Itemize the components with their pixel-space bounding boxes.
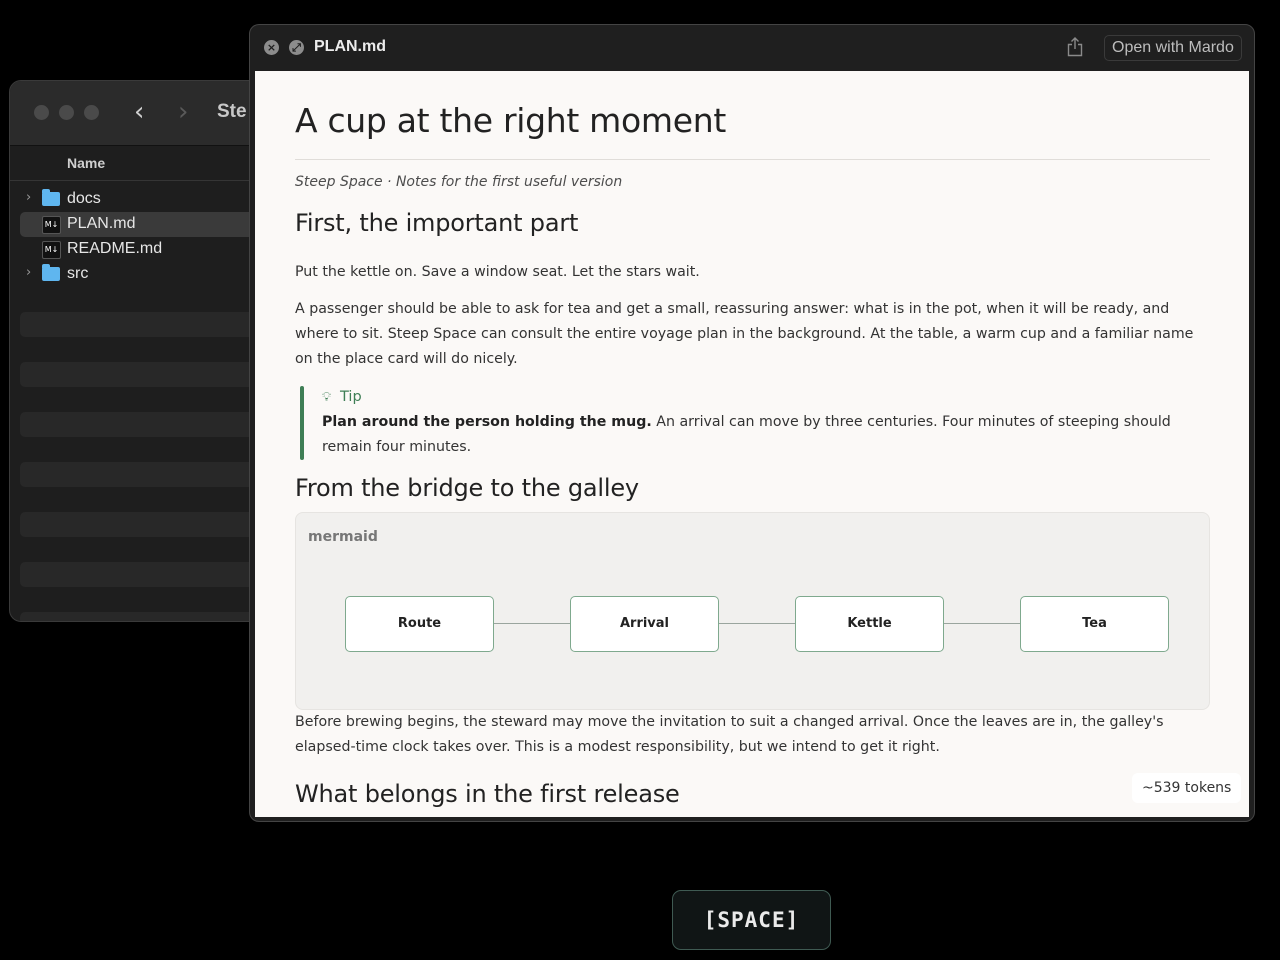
empty-row: [20, 312, 280, 337]
tip-text: Plan around the person holding the mug. …: [322, 410, 1210, 460]
tip-header: 💡︎ Tip: [322, 385, 1210, 410]
file-row-docs[interactable]: › docs: [20, 187, 280, 212]
fullscreen-icon[interactable]: ⤢: [289, 40, 304, 55]
space-key-hint: [SPACE]: [672, 890, 831, 950]
markdown-file-icon: M↓: [42, 241, 61, 259]
empty-row: [20, 562, 280, 587]
mermaid-diagram: mermaid Route Arrival Kettle Tea: [295, 512, 1210, 710]
minimize-window-button[interactable]: [59, 105, 74, 120]
lightbulb-icon: 💡︎: [322, 390, 332, 405]
document-title: A cup at the right moment: [295, 71, 1210, 160]
close-icon[interactable]: ×: [264, 40, 279, 55]
disclosure-chevron-icon[interactable]: ›: [26, 190, 31, 205]
open-with-button[interactable]: Open with Mardo: [1104, 35, 1242, 61]
markdown-preview[interactable]: A cup at the right moment Steep Space · …: [255, 71, 1249, 817]
file-name: src: [67, 265, 89, 282]
share-icon[interactable]: [1066, 37, 1084, 57]
flow-node-arrival: Arrival: [570, 596, 719, 652]
column-header-name[interactable]: Name: [10, 146, 290, 181]
empty-rows: [10, 312, 290, 621]
document-content: A cup at the right moment Steep Space · …: [295, 71, 1210, 808]
file-row-readme-md[interactable]: M↓ README.md: [20, 237, 280, 262]
paragraph: Put the kettle on. Save a window seat. L…: [295, 264, 700, 280]
empty-row: [20, 362, 280, 387]
preview-titlebar: × ⤢ PLAN.md Open with Mardo: [250, 25, 1254, 71]
file-row-plan-md[interactable]: M↓ PLAN.md: [20, 212, 280, 237]
zoom-window-button[interactable]: [84, 105, 99, 120]
preview-window: × ⤢ PLAN.md Open with Mardo A cup at the…: [249, 24, 1255, 822]
flow-connector: [943, 623, 1021, 624]
file-row-src[interactable]: › src: [20, 262, 280, 287]
document-subtitle: Steep Space · Notes for the first useful…: [295, 174, 623, 190]
flow-connector: [718, 623, 796, 624]
finder-window-title: Ste: [217, 101, 247, 122]
section-heading: From the bridge to the galley: [295, 474, 639, 502]
file-name: PLAN.md: [67, 215, 136, 232]
paragraph: Before brewing begins, the steward may m…: [295, 714, 1164, 755]
disclosure-chevron-icon[interactable]: ›: [26, 265, 31, 280]
finder-toolbar: ‹ › Ste: [10, 81, 290, 146]
empty-row: [20, 512, 280, 537]
tip-callout: 💡︎ Tip Plan around the person holding the…: [295, 385, 1210, 460]
empty-row: [20, 462, 280, 487]
forward-arrow-icon[interactable]: ›: [178, 97, 188, 127]
file-name: docs: [67, 190, 101, 207]
flow-connector: [493, 623, 571, 624]
flow-node-tea: Tea: [1020, 596, 1169, 652]
file-list: › docs M↓ PLAN.md M↓ README.md › src: [10, 181, 290, 287]
folder-icon: [42, 264, 60, 281]
flow-node-route: Route: [345, 596, 494, 652]
close-window-button[interactable]: [34, 105, 49, 120]
empty-row: [20, 612, 280, 621]
mermaid-label: mermaid: [308, 529, 378, 545]
markdown-file-icon: M↓: [42, 216, 61, 234]
column-header-label: Name: [67, 155, 106, 171]
token-count-badge: ~539 tokens: [1132, 773, 1242, 803]
section-heading: What belongs in the first release: [295, 780, 680, 808]
preview-title: PLAN.md: [314, 38, 386, 55]
paragraph: A passenger should be able to ask for te…: [295, 301, 1194, 367]
empty-row: [20, 412, 280, 437]
tip-bold-text: Plan around the person holding the mug.: [322, 414, 652, 430]
folder-icon: [42, 189, 60, 206]
flow-node-kettle: Kettle: [795, 596, 944, 652]
back-arrow-icon[interactable]: ‹: [134, 97, 144, 127]
tip-label: Tip: [340, 389, 362, 405]
section-heading: First, the important part: [295, 209, 579, 237]
file-name: README.md: [67, 240, 163, 257]
